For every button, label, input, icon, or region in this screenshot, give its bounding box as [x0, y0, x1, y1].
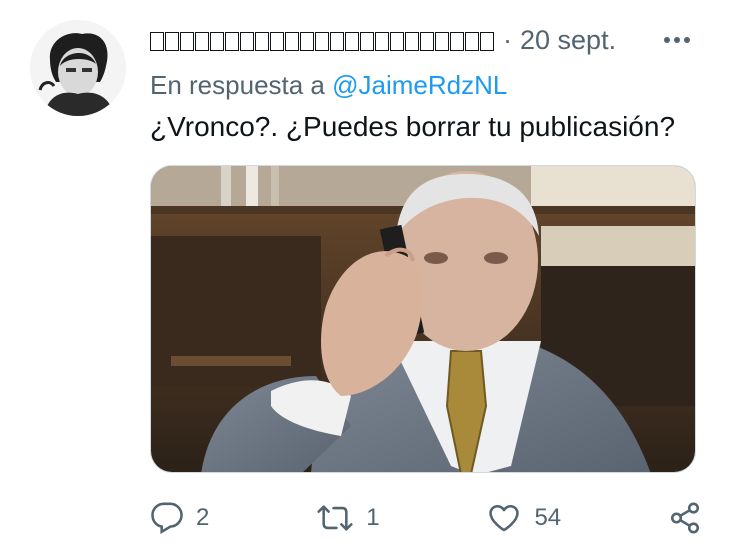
separator-dot: · [503, 24, 512, 55]
tweet-media[interactable] [150, 165, 696, 473]
media-image [151, 166, 695, 472]
name-glyph-box [345, 31, 359, 51]
retweet-icon [317, 505, 353, 531]
name-glyph-box [225, 31, 239, 51]
name-glyph-box [300, 31, 314, 51]
reply-context: En respuesta a @JaimeRdzNL [150, 70, 507, 101]
tweet-date[interactable]: 20 sept. [520, 25, 616, 56]
name-glyph-box [150, 31, 164, 51]
more-options-icon[interactable] [662, 30, 692, 48]
more-dot [684, 37, 690, 43]
name-glyph-box [465, 31, 479, 51]
tweet-actions: 2 1 54 [150, 498, 702, 538]
reply-count: 2 [196, 504, 210, 531]
heart-icon [489, 504, 520, 532]
name-glyph-box [180, 31, 194, 51]
reply-prefix: En respuesta a [150, 70, 325, 100]
name-glyph-box [210, 31, 224, 51]
name-glyph-box [405, 31, 419, 51]
tweet-text: ¿Vronco?. ¿Puedes borrar tu publicasión? [150, 111, 676, 142]
more-dot [674, 37, 680, 43]
name-glyph-box [480, 31, 494, 51]
name-glyph-box [315, 31, 329, 51]
name-glyph-box [360, 31, 374, 51]
name-glyph-box [270, 31, 284, 51]
name-glyph-box [375, 31, 389, 51]
author-name[interactable] [150, 25, 495, 56]
name-glyph-box [240, 31, 254, 51]
name-glyph-box [285, 31, 299, 51]
reply-icon [151, 502, 183, 534]
share-icon [670, 502, 700, 534]
more-dot [664, 37, 670, 43]
name-glyph-box [255, 31, 269, 51]
share-button[interactable] [668, 501, 702, 535]
avatar-image [30, 20, 126, 116]
like-count: 54 [534, 504, 562, 531]
reply-handle-link[interactable]: @JaimeRdzNL [332, 70, 507, 100]
name-glyph-box [450, 31, 464, 51]
name-glyph-box [165, 31, 179, 51]
name-glyph-box [420, 31, 434, 51]
retweet-count: 1 [366, 504, 380, 531]
tweet-header: · 20 sept. [150, 22, 706, 58]
name-glyph-box [330, 31, 344, 51]
name-glyph-box [435, 31, 449, 51]
like-button[interactable]: 54 [486, 501, 561, 535]
reply-button[interactable]: 2 [150, 501, 209, 535]
name-glyph-box [195, 31, 209, 51]
avatar[interactable] [30, 20, 126, 116]
name-glyph-box [390, 31, 404, 51]
retweet-button[interactable]: 1 [316, 501, 380, 535]
